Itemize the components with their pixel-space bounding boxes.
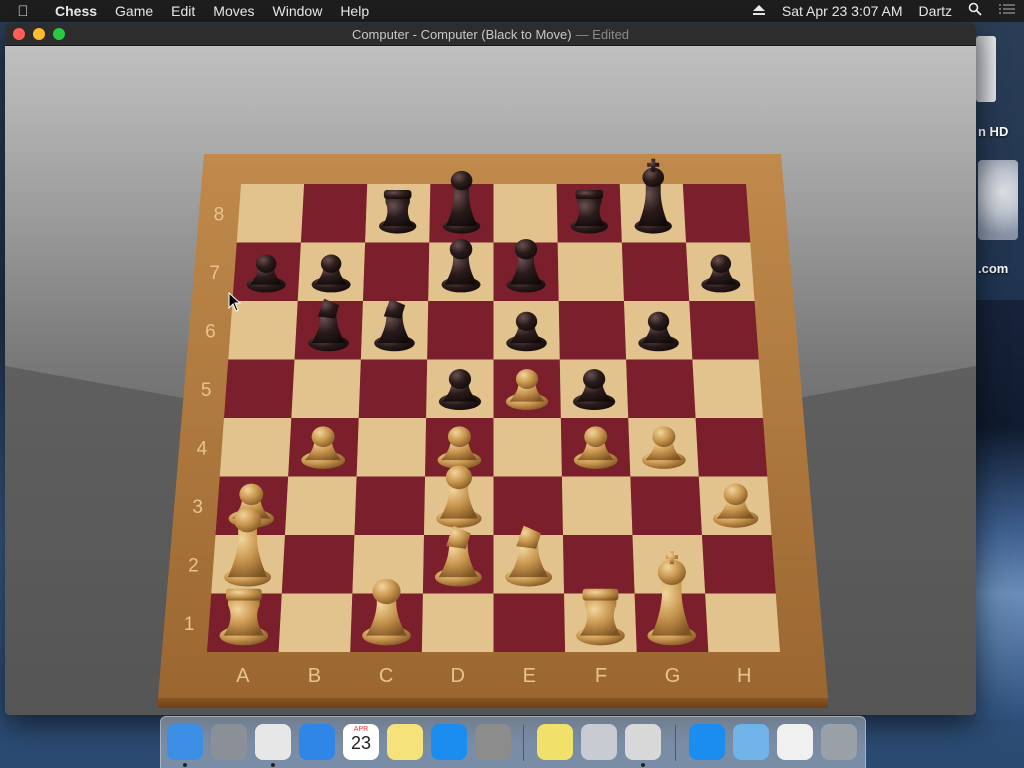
square-g7[interactable] [621, 242, 690, 302]
square-b5[interactable] [291, 359, 361, 419]
square-g3[interactable] [630, 476, 702, 536]
square-e8[interactable] [493, 184, 558, 243]
clock[interactable]: Sat Apr 23 3:07 AM [774, 0, 911, 22]
rank-label-1: 1 [184, 614, 195, 635]
system-preferences-icon[interactable] [475, 724, 511, 760]
file-label-f: F [595, 665, 607, 687]
close-button[interactable] [13, 28, 25, 40]
rank-label-6: 6 [205, 321, 216, 342]
file-label-a: A [236, 665, 250, 687]
menu-app-chess[interactable]: Chess [46, 0, 106, 22]
trash-icon[interactable] [821, 724, 857, 760]
file-label-b: B [308, 665, 321, 687]
square-e4[interactable] [493, 418, 562, 477]
title-bar[interactable]: Computer - Computer (Black to Move) — Ed… [5, 23, 976, 46]
rank-label-5: 5 [201, 380, 212, 401]
square-b8[interactable] [300, 184, 368, 243]
app-store-folder-icon[interactable] [689, 724, 725, 760]
dock-separator [523, 725, 524, 761]
notification-center-icon[interactable] [990, 0, 1024, 22]
board-scene[interactable]: 8 7 6 5 4 3 2 1 A B C D E F G H [5, 46, 976, 715]
finder-icon[interactable] [167, 724, 203, 760]
square-c5[interactable] [358, 359, 428, 419]
square-d6[interactable] [427, 301, 494, 360]
running-indicator [271, 763, 275, 767]
dock-separator [675, 725, 676, 761]
desktop-file-label: .com [978, 261, 1009, 276]
stickies-icon[interactable] [537, 724, 573, 760]
menu-help[interactable]: Help [331, 0, 378, 22]
window-title: Computer - Computer (Black to Move) [351, 26, 572, 42]
eject-icon[interactable] [744, 0, 774, 22]
menu-moves[interactable]: Moves [204, 0, 263, 22]
dock: APR 23 [160, 716, 866, 768]
folder-icon[interactable] [733, 724, 769, 760]
square-h8[interactable] [682, 184, 751, 243]
desktop-file-icon[interactable] [978, 160, 1018, 240]
square-a5[interactable] [224, 359, 295, 419]
square-e3[interactable] [493, 476, 564, 536]
square-a8[interactable] [236, 184, 305, 243]
calendar-icon[interactable]: APR 23 [343, 724, 379, 760]
file-label-d: D [450, 665, 464, 687]
square-c4[interactable] [356, 418, 427, 477]
safari-icon[interactable] [299, 724, 335, 760]
menu-game[interactable]: Game [106, 0, 162, 22]
square-c7[interactable] [363, 242, 430, 302]
chess-board[interactable]: 8 7 6 5 4 3 2 1 A B C D E F G H [5, 46, 976, 715]
file-label-h: H [737, 665, 751, 687]
spotlight-search-icon[interactable] [960, 0, 990, 22]
board-squares [207, 184, 780, 652]
square-f3[interactable] [561, 476, 633, 536]
running-indicator [641, 763, 645, 767]
rank-label-3: 3 [192, 497, 203, 518]
file-label-g: G [665, 665, 681, 687]
zoom-button[interactable] [53, 28, 65, 40]
menu-edit[interactable]: Edit [162, 0, 204, 22]
instruments-icon[interactable] [581, 724, 617, 760]
chrome-icon[interactable] [255, 724, 291, 760]
square-f2[interactable] [563, 535, 635, 594]
square-b3[interactable] [285, 476, 357, 536]
launchpad-icon[interactable] [211, 724, 247, 760]
square-b1[interactable] [278, 593, 353, 653]
menu-bar:  Chess Game Edit Moves Window Help Sat … [0, 0, 1024, 22]
file-label-e: E [523, 665, 536, 687]
square-b2[interactable] [281, 535, 355, 594]
square-f7[interactable] [557, 242, 624, 302]
edited-indicator: — Edited [575, 26, 630, 42]
documents-icon[interactable] [777, 724, 813, 760]
rank-label-2: 2 [188, 555, 199, 576]
app-store-icon[interactable] [431, 724, 467, 760]
rank-label-4: 4 [197, 438, 208, 459]
mouse-cursor-icon [228, 292, 242, 312]
square-d1[interactable] [421, 593, 494, 653]
apple-menu-icon[interactable]:  [0, 3, 46, 20]
hard-drive-label: n HD [978, 124, 1009, 139]
square-h5[interactable] [692, 359, 763, 419]
chess-window: Computer - Computer (Black to Move) — Ed… [5, 23, 976, 715]
desktop-wallpaper [976, 300, 1024, 720]
minimize-button[interactable] [33, 28, 45, 40]
running-indicator [183, 763, 187, 767]
square-h1[interactable] [705, 593, 780, 653]
hard-drive-icon[interactable] [976, 36, 996, 102]
chess-icon[interactable] [625, 724, 661, 760]
notes-icon[interactable] [387, 724, 423, 760]
user-menu[interactable]: Dartz [911, 0, 960, 22]
square-h2[interactable] [702, 535, 776, 594]
square-c3[interactable] [354, 476, 426, 536]
file-label-c: C [379, 665, 393, 687]
square-h4[interactable] [695, 418, 768, 477]
square-a4[interactable] [219, 418, 292, 477]
rank-label-7: 7 [209, 263, 220, 284]
square-e1[interactable] [493, 593, 566, 653]
menu-window[interactable]: Window [264, 0, 332, 22]
square-g5[interactable] [626, 359, 696, 419]
square-f6[interactable] [558, 301, 627, 360]
rank-label-8: 8 [214, 204, 225, 225]
square-h6[interactable] [689, 301, 759, 360]
board-frame-edge [158, 698, 828, 708]
